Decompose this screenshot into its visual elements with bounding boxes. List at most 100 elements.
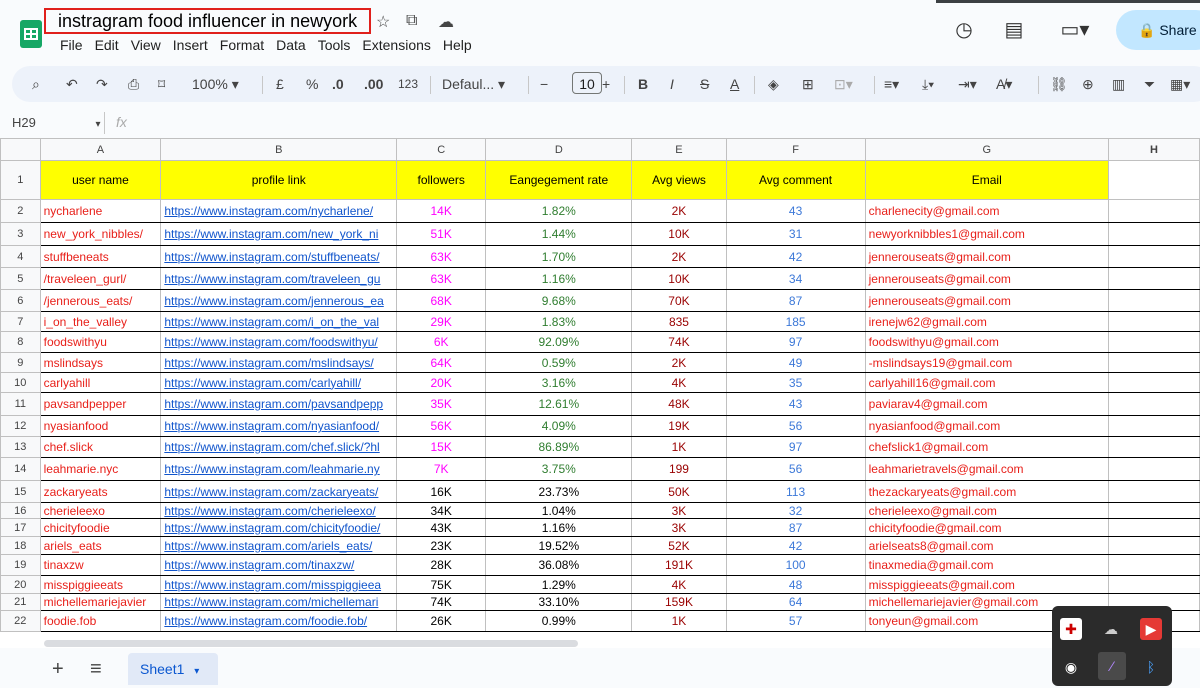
insert-comment-icon[interactable]: ⊕ <box>1082 74 1094 94</box>
cell-avg-comment[interactable]: 31 <box>725 222 866 246</box>
cell-profile-link[interactable]: https://www.instagram.com/carlyahill/ <box>160 372 398 393</box>
cell-engagement-rate[interactable]: 4.09% <box>485 415 633 437</box>
cell-user-name[interactable]: stuffbeneats <box>39 245 162 268</box>
cell-profile-link[interactable]: https://www.instagram.com/leahmarie.ny <box>160 457 398 481</box>
cell-user-name[interactable]: michellemariejavier <box>39 593 162 611</box>
cell-engagement-rate[interactable]: 1.29% <box>485 575 633 594</box>
print-icon[interactable]: ⎙ <box>128 74 139 94</box>
share-button[interactable]: 🔒 Share <box>1116 10 1200 50</box>
cell-email[interactable]: jennerouseats@gmail.com <box>864 267 1109 290</box>
cell-user-name[interactable]: foodie.fob <box>39 610 162 632</box>
cell-email[interactable]: leahmarietravels@gmail.com <box>864 457 1109 481</box>
cell-engagement-rate[interactable]: 0.59% <box>485 352 633 373</box>
cell-profile-link[interactable]: https://www.instagram.com/michellemari <box>160 593 398 611</box>
move-folder-icon[interactable]: ⧉ <box>406 12 417 30</box>
cell-email[interactable]: jennerouseats@gmail.com <box>864 245 1109 268</box>
borders-icon[interactable]: ⊞ <box>802 74 814 94</box>
cell-avg-comment[interactable]: 49 <box>725 352 866 373</box>
chrome-icon[interactable]: ◉ <box>1060 656 1082 678</box>
cell-profile-link[interactable]: https://www.instagram.com/foodie.fob/ <box>160 610 398 632</box>
cell-user-name[interactable]: misspiggieeats <box>39 575 162 594</box>
row-header[interactable]: 4 <box>0 245 41 268</box>
cell-user-name[interactable]: cherieleexo <box>39 502 162 519</box>
font-select[interactable]: Defaul... ▾ <box>442 74 505 94</box>
cell-avg-views[interactable]: 1K <box>631 436 727 458</box>
italic-icon[interactable]: I <box>670 74 674 94</box>
header-cell-user-name[interactable]: user name <box>39 160 162 200</box>
header-cell-followers[interactable]: followers <box>396 160 487 200</box>
cell-profile-link[interactable]: https://www.instagram.com/zackaryeats/ <box>160 480 398 503</box>
cell-h[interactable] <box>1107 331 1200 353</box>
cloud-offline-icon[interactable]: ☁ <box>1100 618 1122 640</box>
row-header[interactable]: 2 <box>0 199 41 223</box>
row-header[interactable]: 17 <box>0 518 41 537</box>
cell-profile-link[interactable]: https://www.instagram.com/cherieleexo/ <box>160 502 398 519</box>
cell-user-name[interactable]: chef.slick <box>39 436 162 458</box>
cell-email[interactable]: newyorknibbles1@gmail.com <box>864 222 1109 246</box>
percent-format-button[interactable]: % <box>306 74 318 94</box>
cell-profile-link[interactable]: https://www.instagram.com/nycharlene/ <box>160 199 398 223</box>
cell-engagement-rate[interactable]: 3.16% <box>485 372 633 393</box>
cell-engagement-rate[interactable]: 86.89% <box>485 436 633 458</box>
bold-icon[interactable]: B <box>638 74 648 94</box>
strikethrough-icon[interactable]: S <box>700 74 709 94</box>
cell-followers[interactable]: 15K <box>396 436 487 458</box>
row-header[interactable]: 6 <box>0 289 41 312</box>
cell-email[interactable]: misspiggieeats@gmail.com <box>864 575 1109 594</box>
cell-engagement-rate[interactable]: 9.68% <box>485 289 633 312</box>
cell-profile-link[interactable]: https://www.instagram.com/nyasianfood/ <box>160 415 398 437</box>
cell-engagement-rate[interactable]: 92.09% <box>485 331 633 353</box>
cell-avg-views[interactable]: 70K <box>631 289 727 312</box>
menu-data[interactable]: Data <box>276 37 306 53</box>
row-header[interactable]: 16 <box>0 502 41 519</box>
cell-followers[interactable]: 56K <box>396 415 487 437</box>
menu-extensions[interactable]: Extensions <box>362 37 430 53</box>
row-header[interactable]: 11 <box>0 392 41 416</box>
cell-avg-comment[interactable]: 185 <box>725 311 866 332</box>
cell-email[interactable]: jennerouseats@gmail.com <box>864 289 1109 312</box>
cell-profile-link[interactable]: https://www.instagram.com/jennerous_ea <box>160 289 398 312</box>
cell-followers[interactable]: 51K <box>396 222 487 246</box>
cell-followers[interactable]: 43K <box>396 518 487 537</box>
cell-avg-views[interactable]: 52K <box>631 536 727 555</box>
column-header-c[interactable]: C <box>396 138 487 161</box>
row-header[interactable]: 7 <box>0 311 41 332</box>
cell-avg-views[interactable]: 2K <box>631 245 727 268</box>
row-header[interactable]: 9 <box>0 352 41 373</box>
all-sheets-button[interactable]: ≡ <box>90 658 102 681</box>
font-size-input[interactable]: 10 <box>572 72 602 94</box>
row-header[interactable]: 21 <box>0 593 41 611</box>
fill-color-icon[interactable]: ◈ <box>768 74 779 94</box>
cell-email[interactable]: nyasianfood@gmail.com <box>864 415 1109 437</box>
cell-h[interactable] <box>1107 267 1200 290</box>
row-header[interactable]: 19 <box>0 554 41 576</box>
cell-user-name[interactable]: chicityfoodie <box>39 518 162 537</box>
column-header-a[interactable]: A <box>39 138 162 161</box>
cell-engagement-rate[interactable]: 1.04% <box>485 502 633 519</box>
cell-avg-comment[interactable]: 35 <box>725 372 866 393</box>
cell-h[interactable] <box>1107 575 1200 594</box>
meet-icon[interactable]: ▭▾ <box>1052 18 1098 42</box>
row-header[interactable]: 1 <box>0 160 41 200</box>
column-header-f[interactable]: F <box>725 138 866 161</box>
cell-avg-views[interactable]: 10K <box>631 267 727 290</box>
cell-followers[interactable]: 29K <box>396 311 487 332</box>
spreadsheet-grid[interactable]: A B C D E F G H 1 user name profile link… <box>0 138 1200 648</box>
cell-email[interactable]: charlenecity@gmail.com <box>864 199 1109 223</box>
filter-icon[interactable]: ⏷ <box>1144 74 1155 94</box>
cell-h[interactable] <box>1107 536 1200 555</box>
cell-email[interactable]: irenejw62@gmail.com <box>864 311 1109 332</box>
menu-help[interactable]: Help <box>443 37 472 53</box>
cell-user-name[interactable]: mslindsays <box>39 352 162 373</box>
menu-file[interactable]: File <box>60 37 83 53</box>
cell-h[interactable] <box>1107 457 1200 481</box>
add-sheet-button[interactable]: + <box>52 658 64 681</box>
cell-h[interactable] <box>1107 372 1200 393</box>
cell-engagement-rate[interactable]: 3.75% <box>485 457 633 481</box>
cell-avg-comment[interactable]: 57 <box>725 610 866 632</box>
cell-followers[interactable]: 7K <box>396 457 487 481</box>
cell-avg-comment[interactable]: 42 <box>725 536 866 555</box>
row-header[interactable]: 18 <box>0 536 41 555</box>
star-icon[interactable]: ☆ <box>376 12 390 32</box>
cell-avg-views[interactable]: 74K <box>631 331 727 353</box>
